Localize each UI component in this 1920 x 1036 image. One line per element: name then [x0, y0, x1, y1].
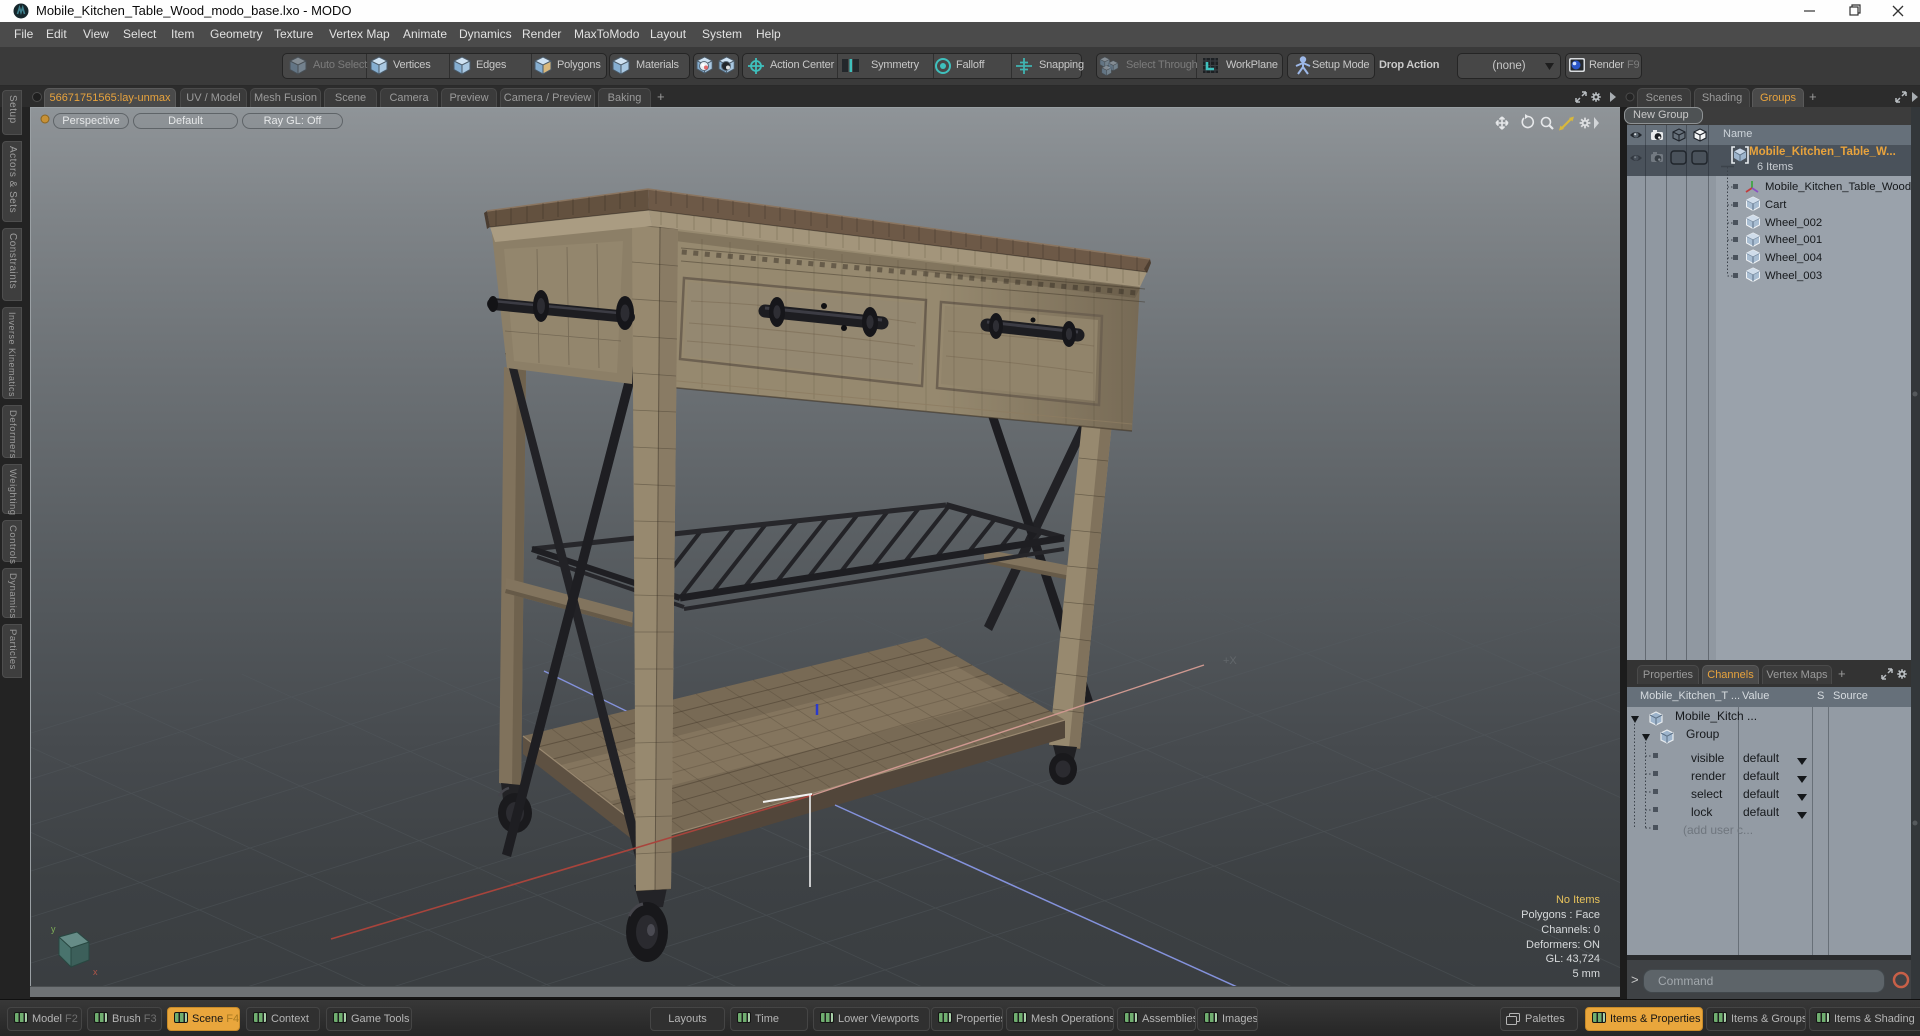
svg-text:x: x — [93, 967, 98, 977]
svg-text:y: y — [51, 924, 56, 934]
svg-text:+X: +X — [1223, 655, 1237, 667]
